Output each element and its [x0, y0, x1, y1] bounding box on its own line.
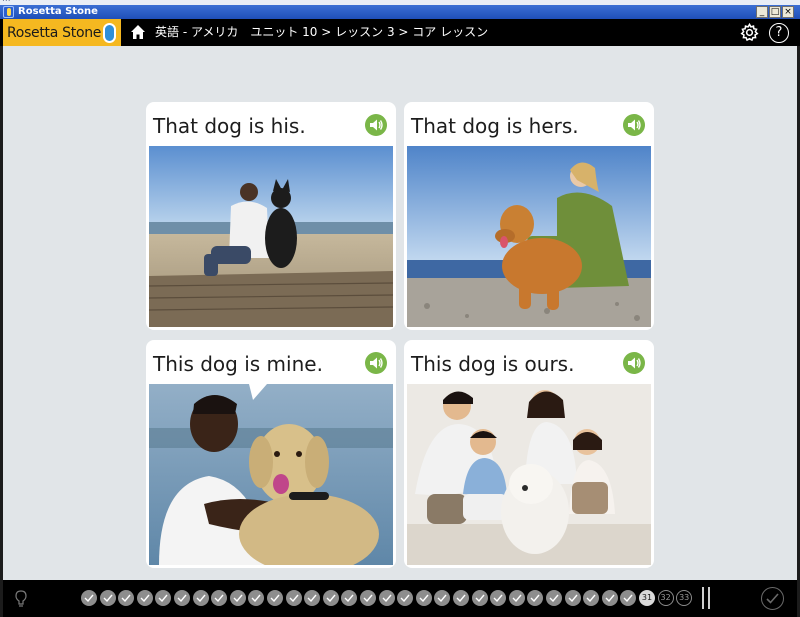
answer-card-his[interactable]: That dog is his.	[146, 102, 396, 330]
answer-card-ours[interactable]: This dog is ours.	[404, 340, 654, 568]
photo-woman-with-dog-on-beach	[407, 146, 651, 327]
help-icon[interactable]: ?	[769, 23, 789, 43]
progress-dot-completed[interactable]	[267, 590, 283, 606]
progress-dot-upcoming[interactable]: 32	[657, 590, 674, 606]
app-window-icon	[3, 6, 14, 18]
lightbulb-icon[interactable]	[15, 590, 27, 608]
progress-dot-current[interactable]: 31	[639, 590, 655, 606]
gear-icon[interactable]	[740, 23, 759, 42]
progress-dot-completed[interactable]	[136, 590, 153, 606]
window-title: Rosetta Stone	[18, 6, 98, 17]
logo-text: Rosetta Stone	[7, 25, 102, 41]
lesson-area	[0, 46, 800, 580]
maximize-button[interactable]: □	[769, 6, 781, 18]
pause-icon[interactable]	[701, 587, 711, 609]
progress-dot-completed[interactable]	[601, 590, 618, 606]
progress-dot-completed[interactable]	[378, 590, 395, 606]
progress-dot-completed[interactable]	[192, 590, 209, 606]
check-button[interactable]	[761, 587, 784, 610]
card-caption: This dog is ours.	[411, 352, 575, 376]
card-caption: That dog is hers.	[411, 114, 579, 138]
logo-mark-icon	[103, 23, 116, 43]
progress-dot-completed[interactable]	[508, 590, 525, 606]
photo-family-with-dog	[407, 384, 651, 565]
progress-dot-completed[interactable]	[453, 590, 469, 606]
progress-dot-completed[interactable]	[81, 590, 97, 606]
speaker-icon[interactable]	[365, 114, 387, 136]
progress-dot-completed[interactable]	[285, 590, 302, 606]
answer-card-mine[interactable]: This dog is mine.	[146, 340, 396, 568]
card-caption: That dog is his.	[153, 114, 306, 138]
progress-dot-completed[interactable]	[360, 590, 376, 606]
home-icon[interactable]	[130, 24, 146, 40]
minimize-button[interactable]: _	[756, 6, 768, 18]
photo-man-hugging-dog	[149, 384, 393, 565]
progress-dot-completed[interactable]	[322, 590, 339, 606]
breadcrumb: 英語 - アメリカ ユニット 10 > レッスン 3 > コア レッスン	[155, 25, 489, 39]
progress-dot-completed[interactable]	[564, 590, 581, 606]
window-left-edge	[0, 46, 3, 617]
progress-dot-completed[interactable]	[174, 590, 190, 606]
answer-card-hers[interactable]: That dog is hers.	[404, 102, 654, 330]
rosetta-stone-logo: Rosetta Stone	[3, 19, 121, 48]
speaker-icon[interactable]	[623, 352, 645, 374]
progress-dot-completed[interactable]	[546, 590, 562, 606]
progress-dot-completed[interactable]	[415, 590, 432, 606]
photo-man-with-dog-on-pier	[149, 146, 393, 327]
card-caption: This dog is mine.	[153, 352, 323, 376]
progress-dot-completed[interactable]	[99, 590, 116, 606]
window-title-bar: Rosetta Stone _ □ ×	[0, 5, 800, 19]
speaker-icon[interactable]	[365, 352, 387, 374]
progress-dot-completed[interactable]	[471, 590, 488, 606]
url-strip-text: ...	[2, 0, 11, 4]
speaker-icon[interactable]	[623, 114, 645, 136]
progress-dot-completed[interactable]	[229, 590, 246, 606]
close-button[interactable]: ×	[782, 6, 794, 18]
